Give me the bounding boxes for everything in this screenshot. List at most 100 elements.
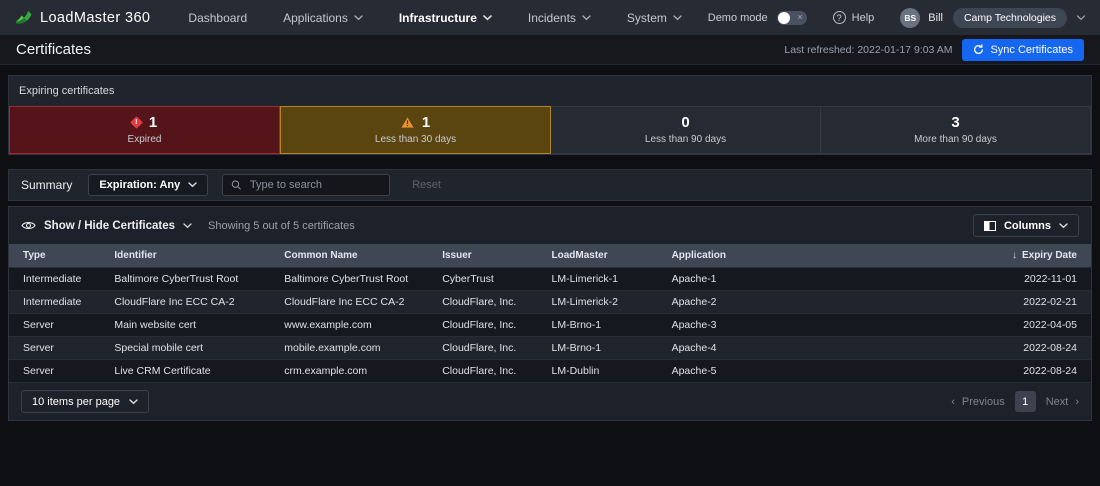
- cell-identifier: Baltimore CyberTrust Root: [106, 268, 276, 291]
- chevron-left-icon: ‹: [951, 396, 955, 408]
- cell-type: Server: [9, 360, 106, 383]
- sync-certificates-button[interactable]: Sync Certificates: [962, 39, 1084, 61]
- table-row[interactable]: Intermediate Baltimore CyberTrust Root B…: [9, 268, 1091, 291]
- cell-type: Intermediate: [9, 268, 106, 291]
- brand[interactable]: LoadMaster 360: [14, 9, 150, 26]
- loadmaster-logo-icon: [14, 9, 33, 26]
- items-per-page-value: 10 items per page: [32, 396, 120, 408]
- sync-button-label: Sync Certificates: [990, 44, 1073, 56]
- next-label: Next: [1046, 396, 1069, 408]
- last-refreshed-text: Last refreshed: 2022-01-17 9:03 AM: [784, 44, 952, 56]
- columns-button[interactable]: Columns: [973, 214, 1079, 237]
- cell-type: Intermediate: [9, 291, 106, 314]
- col-header-loadmaster[interactable]: LoadMaster: [543, 244, 663, 268]
- cell-loadmaster: LM-Dublin: [543, 360, 663, 383]
- cell-identifier: Live CRM Certificate: [106, 360, 276, 383]
- cell-expiry-date: 2022-08-24: [936, 337, 1091, 360]
- expiring-panel-title: Expiring certificates: [9, 76, 1091, 106]
- cell-issuer: CloudFlare, Inc.: [434, 314, 543, 337]
- col-header-issuer[interactable]: Issuer: [434, 244, 543, 268]
- items-per-page-dropdown[interactable]: 10 items per page: [21, 390, 149, 413]
- nav-dashboard[interactable]: Dashboard: [188, 11, 247, 25]
- card-expired[interactable]: ! 1 Expired: [9, 106, 280, 154]
- main-menu: Dashboard Applications Infrastructure In…: [188, 11, 682, 25]
- col-header-application[interactable]: Application: [664, 244, 937, 268]
- cell-application: Apache-1: [664, 268, 937, 291]
- expired-label: Expired: [10, 134, 279, 145]
- cell-loadmaster: LM-Brno-1: [543, 314, 663, 337]
- user-menu-chevron[interactable]: [1076, 15, 1086, 21]
- cell-issuer: CloudFlare, Inc.: [434, 291, 543, 314]
- cell-common-name: www.example.com: [276, 314, 434, 337]
- chevron-down-icon: [183, 223, 192, 229]
- search-input[interactable]: [248, 178, 381, 192]
- question-circle-icon: ?: [833, 11, 846, 24]
- cell-application: Apache-2: [664, 291, 937, 314]
- page-number-button[interactable]: 1: [1015, 391, 1036, 412]
- cell-identifier: Special mobile cert: [106, 337, 276, 360]
- cell-expiry-date: 2022-02-21: [936, 291, 1091, 314]
- cell-common-name: CloudFlare Inc ECC CA-2: [276, 291, 434, 314]
- card-less-than-30-days[interactable]: 1 Less than 30 days: [280, 106, 551, 154]
- eye-icon: [21, 220, 36, 231]
- nav-incidents[interactable]: Incidents: [528, 11, 591, 25]
- more-than-90-label: More than 90 days: [821, 134, 1090, 145]
- nav-dashboard-label: Dashboard: [188, 11, 247, 25]
- expiration-filter-dropdown[interactable]: Expiration: Any: [88, 174, 208, 196]
- expiring-cards: ! 1 Expired 1 Less than 30 days 0 Less t…: [9, 106, 1091, 154]
- table-row[interactable]: Server Special mobile cert mobile.exampl…: [9, 337, 1091, 360]
- previous-page-button[interactable]: ‹ Previous: [951, 396, 1004, 408]
- next-page-button[interactable]: Next ›: [1046, 396, 1079, 408]
- previous-label: Previous: [962, 396, 1005, 408]
- cell-loadmaster: LM-Limerick-2: [543, 291, 663, 314]
- col-header-identifier[interactable]: Identifier: [106, 244, 276, 268]
- table-row[interactable]: Intermediate CloudFlare Inc ECC CA-2 Clo…: [9, 291, 1091, 314]
- table-row[interactable]: Server Live CRM Certificate crm.example.…: [9, 360, 1091, 383]
- nav-incidents-label: Incidents: [528, 11, 576, 25]
- cell-type: Server: [9, 337, 106, 360]
- col-header-type[interactable]: Type: [9, 244, 106, 268]
- nav-system[interactable]: System: [627, 11, 682, 25]
- more-than-90-count: 3: [951, 114, 959, 131]
- cell-expiry-date: 2022-04-05: [936, 314, 1091, 337]
- table-header-row: Type Identifier Common Name Issuer LoadM…: [9, 244, 1091, 268]
- card-more-than-90-days[interactable]: 3 More than 90 days: [821, 106, 1091, 154]
- cell-identifier: Main website cert: [106, 314, 276, 337]
- table-toolbar: Show / Hide Certificates Showing 5 out o…: [9, 207, 1091, 244]
- table-row[interactable]: Server Main website cert www.example.com…: [9, 314, 1091, 337]
- sort-descending-icon: ↓: [1012, 250, 1017, 261]
- show-hide-certificates-dropdown[interactable]: Show / Hide Certificates: [21, 220, 192, 232]
- cell-expiry-date: 2022-08-24: [936, 360, 1091, 383]
- cell-issuer: CyberTrust: [434, 268, 543, 291]
- pagination-controls: ‹ Previous 1 Next ›: [951, 391, 1079, 412]
- chevron-down-icon: [129, 399, 138, 405]
- chevron-down-icon: [483, 15, 492, 21]
- reset-button[interactable]: Reset: [412, 179, 441, 191]
- cell-issuer: CloudFlare, Inc.: [434, 337, 543, 360]
- avatar[interactable]: BS: [900, 8, 920, 28]
- chevron-down-icon: [582, 15, 591, 21]
- card-less-than-90-days[interactable]: 0 Less than 90 days: [551, 106, 821, 154]
- col-header-expiry-date[interactable]: ↓Expiry Date: [936, 244, 1091, 268]
- expiring-certificates-panel: Expiring certificates ! 1 Expired 1 Less…: [8, 75, 1092, 155]
- warning-triangle-icon: [401, 117, 414, 128]
- demo-mode-toggle[interactable]: ×: [777, 11, 807, 25]
- expired-diamond-icon: !: [130, 116, 143, 129]
- cell-common-name: crm.example.com: [276, 360, 434, 383]
- showing-count-text: Showing 5 out of 5 certificates: [208, 220, 355, 232]
- toggle-knob: [778, 12, 790, 24]
- cell-common-name: mobile.example.com: [276, 337, 434, 360]
- show-hide-label: Show / Hide Certificates: [44, 220, 175, 232]
- user-name: Bill: [928, 12, 943, 24]
- nav-applications[interactable]: Applications: [283, 11, 363, 25]
- col-header-common-name[interactable]: Common Name: [276, 244, 434, 268]
- summary-filter-bar: Summary Expiration: Any Reset: [8, 169, 1092, 201]
- chevron-down-icon: [1059, 223, 1068, 229]
- nav-infrastructure[interactable]: Infrastructure: [399, 11, 492, 25]
- less-than-30-count: 1: [422, 114, 430, 131]
- pagination-bar: 10 items per page ‹ Previous 1 Next ›: [9, 382, 1091, 420]
- help-button[interactable]: ? Help: [833, 11, 875, 24]
- help-label: Help: [852, 12, 875, 24]
- org-pill[interactable]: Camp Technologies: [953, 8, 1067, 28]
- chevron-down-icon: [1076, 15, 1086, 21]
